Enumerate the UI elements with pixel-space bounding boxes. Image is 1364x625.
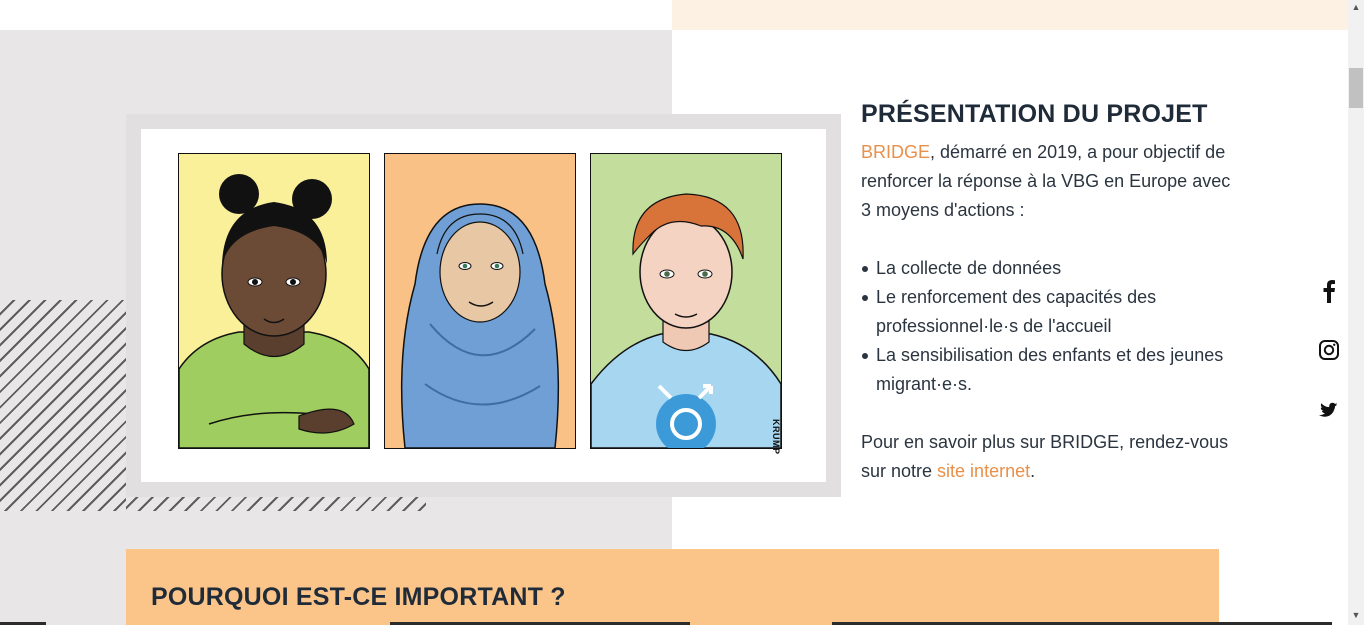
list-item: La sensibilisation des enfants et des je… xyxy=(861,341,1231,399)
scroll-down-icon[interactable]: ▼ xyxy=(1350,610,1362,620)
outro-text: Pour en savoir plus sur BRIDGE, rendez-v… xyxy=(861,432,1229,481)
list-item: La collecte de données xyxy=(861,254,1231,283)
scroll-up-icon[interactable]: ▲ xyxy=(1350,2,1362,12)
twitter-icon[interactable] xyxy=(1314,394,1344,424)
section-heading: PRÉSENTATION DU PROJET xyxy=(861,100,1208,128)
facebook-icon[interactable] xyxy=(1314,276,1344,306)
instagram-icon[interactable] xyxy=(1314,335,1344,365)
importance-section-title: POURQUOI EST-CE IMPORTANT ? xyxy=(151,583,566,611)
intro-paragraph: BRIDGE, démarré en 2019, a pour objectif… xyxy=(861,138,1231,225)
illustration-signature: KRUMP xyxy=(771,419,781,455)
presentation-section: PRÉSENTATION DU PROJET BRIDGE, démarré e… xyxy=(861,100,1231,486)
bridge-link[interactable]: BRIDGE xyxy=(861,142,930,162)
scrollbar-thumb[interactable] xyxy=(1349,68,1363,108)
portrait-girl-hijab xyxy=(384,153,576,449)
outro-paragraph: Pour en savoir plus sur BRIDGE, rendez-v… xyxy=(861,428,1231,486)
actions-list: La collecte de données Le renforcement d… xyxy=(861,254,1231,399)
list-item: Le renforcement des capacités des profes… xyxy=(861,283,1231,341)
hatch-decoration-left xyxy=(0,300,126,511)
top-cream-band xyxy=(672,0,1348,30)
portrait-child-red-hair xyxy=(590,153,782,449)
outro-end: . xyxy=(1030,461,1036,481)
project-illustration: KRUMP xyxy=(141,129,826,482)
portrait-girl-afro-puffs xyxy=(178,153,370,449)
website-link[interactable]: site internet xyxy=(937,461,1030,481)
